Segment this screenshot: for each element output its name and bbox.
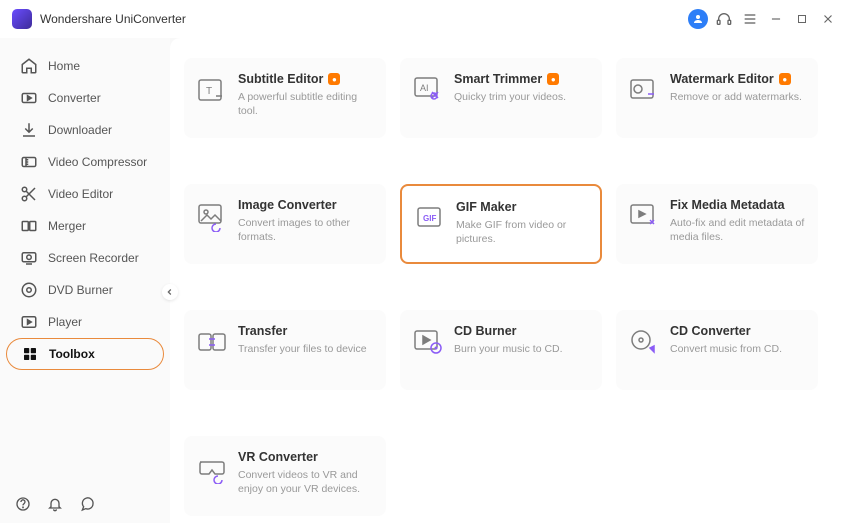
bottom-icons [14, 495, 96, 513]
transfer-icon [196, 326, 228, 358]
minimize-icon[interactable] [766, 9, 786, 29]
tool-card-cd-burner[interactable]: CD Burner Burn your music to CD. [400, 310, 602, 390]
sidebar-item-home[interactable]: Home [6, 50, 164, 82]
tool-card-cd-converter[interactable]: CD Converter Convert music from CD. [616, 310, 818, 390]
tool-desc: Convert images to other formats. [238, 216, 374, 244]
sidebar-item-label: Merger [48, 219, 86, 233]
sidebar-item-label: Video Compressor [48, 155, 147, 169]
tool-title: GIF Maker [456, 200, 516, 214]
cd-convert-icon [628, 326, 660, 358]
user-icon[interactable] [688, 9, 708, 29]
tool-desc: A powerful subtitle editing tool. [238, 90, 374, 118]
tool-card-subtitle-editor[interactable]: T Subtitle Editor ● A powerful subtitle e… [184, 58, 386, 138]
app-title: Wondershare UniConverter [40, 12, 186, 26]
metadata-icon [628, 200, 660, 232]
collapse-button[interactable] [162, 284, 178, 300]
content: T Subtitle Editor ● A powerful subtitle e… [170, 38, 850, 523]
converter-icon [20, 89, 38, 107]
sidebar-item-label: Downloader [48, 123, 112, 137]
tool-desc: Convert music from CD. [670, 342, 806, 356]
tool-card-smart-trimmer[interactable]: AI Smart Trimmer ● Quicky trim your video… [400, 58, 602, 138]
tool-title: VR Converter [238, 450, 318, 464]
sidebar-item-label: Converter [48, 91, 101, 105]
tool-card-vr-converter[interactable]: VR Converter Convert videos to VR and en… [184, 436, 386, 516]
tool-card-gif-maker[interactable]: GIF GIF Maker Make GIF from video or pic… [400, 184, 602, 264]
play-icon [20, 313, 38, 331]
tool-desc: Make GIF from video or pictures. [456, 218, 588, 246]
scissors-icon [20, 185, 38, 203]
sidebar-item-player[interactable]: Player [6, 306, 164, 338]
cd-burn-icon [412, 326, 444, 358]
sidebar-item-label: Video Editor [48, 187, 113, 201]
tool-desc: Convert videos to VR and enjoy on your V… [238, 468, 374, 496]
image-convert-icon [196, 200, 228, 232]
svg-text:T: T [206, 86, 212, 97]
headset-icon[interactable] [714, 9, 734, 29]
tool-desc: Remove or add watermarks. [670, 90, 806, 104]
tool-card-fix-metadata[interactable]: Fix Media Metadata Auto-fix and edit met… [616, 184, 818, 264]
tool-desc: Burn your music to CD. [454, 342, 590, 356]
tool-card-transfer[interactable]: Transfer Transfer your files to device [184, 310, 386, 390]
sidebar-item-label: Screen Recorder [48, 251, 139, 265]
svg-text:GIF: GIF [423, 214, 436, 223]
hot-badge: ● [547, 73, 559, 85]
tool-title: Fix Media Metadata [670, 198, 785, 212]
bell-icon[interactable] [46, 495, 64, 513]
merger-icon [20, 217, 38, 235]
sidebar-item-dvd[interactable]: DVD Burner [6, 274, 164, 306]
tool-desc: Quicky trim your videos. [454, 90, 590, 104]
vr-icon [196, 452, 228, 484]
download-icon [20, 121, 38, 139]
tool-card-image-converter[interactable]: Image Converter Convert images to other … [184, 184, 386, 264]
tool-card-watermark-editor[interactable]: Watermark Editor ● Remove or add watermar… [616, 58, 818, 138]
gif-icon: GIF [414, 202, 446, 234]
main: Home Converter Downloader Video Compress… [0, 38, 850, 523]
disc-icon [20, 281, 38, 299]
tool-title: Watermark Editor [670, 72, 774, 86]
sidebar-item-downloader[interactable]: Downloader [6, 114, 164, 146]
sidebar-item-compressor[interactable]: Video Compressor [6, 146, 164, 178]
tool-title: Smart Trimmer [454, 72, 542, 86]
trimmer-icon: AI [412, 74, 444, 106]
hot-badge: ● [779, 73, 791, 85]
tool-title: Subtitle Editor [238, 72, 323, 86]
tools-grid: T Subtitle Editor ● A powerful subtitle e… [184, 58, 836, 516]
close-icon[interactable] [818, 9, 838, 29]
home-icon [20, 57, 38, 75]
watermark-icon [628, 74, 660, 106]
compressor-icon [20, 153, 38, 171]
menu-icon[interactable] [740, 9, 760, 29]
maximize-icon[interactable] [792, 9, 812, 29]
tool-desc: Auto-fix and edit metadata of media file… [670, 216, 806, 244]
sidebar-item-editor[interactable]: Video Editor [6, 178, 164, 210]
tool-title: Transfer [238, 324, 287, 338]
tool-title: CD Burner [454, 324, 517, 338]
recorder-icon [20, 249, 38, 267]
titlebar: Wondershare UniConverter [0, 0, 850, 38]
chat-icon[interactable] [78, 495, 96, 513]
sidebar-item-label: Home [48, 59, 80, 73]
sidebar-item-recorder[interactable]: Screen Recorder [6, 242, 164, 274]
sidebar-item-merger[interactable]: Merger [6, 210, 164, 242]
sidebar-item-toolbox[interactable]: Toolbox [6, 338, 164, 370]
sidebar-item-converter[interactable]: Converter [6, 82, 164, 114]
subtitle-icon: T [196, 74, 228, 106]
sidebar: Home Converter Downloader Video Compress… [0, 38, 170, 523]
tool-title: CD Converter [670, 324, 751, 338]
sidebar-item-label: Toolbox [49, 347, 95, 361]
toolbox-icon [21, 345, 39, 363]
help-icon[interactable] [14, 495, 32, 513]
tool-desc: Transfer your files to device [238, 342, 374, 356]
svg-text:AI: AI [420, 83, 429, 93]
sidebar-item-label: DVD Burner [48, 283, 113, 297]
sidebar-item-label: Player [48, 315, 82, 329]
hot-badge: ● [328, 73, 340, 85]
tool-title: Image Converter [238, 198, 337, 212]
app-logo [12, 9, 32, 29]
